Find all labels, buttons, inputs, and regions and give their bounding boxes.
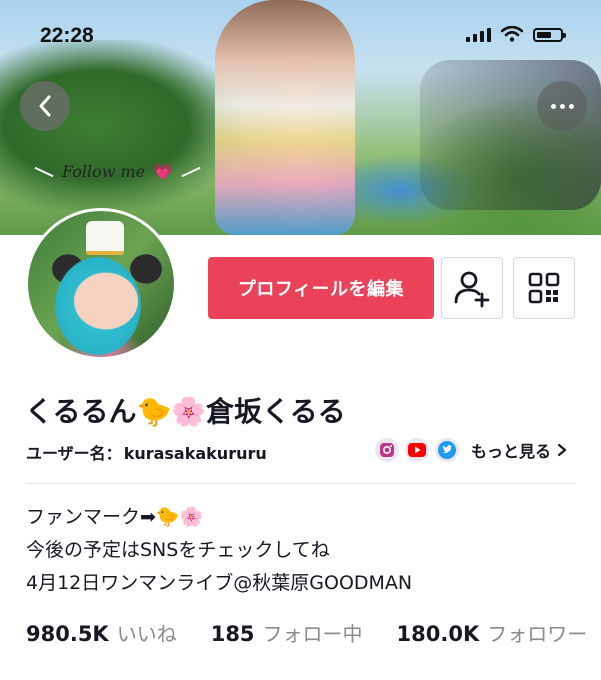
likes-label: いいね bbox=[116, 622, 177, 646]
back-button[interactable] bbox=[20, 81, 70, 131]
qr-code-icon bbox=[528, 272, 560, 304]
signal-icon bbox=[466, 26, 491, 42]
instagram-icon bbox=[380, 443, 394, 457]
bio-line: 今後の予定はSNSをチェックしてね bbox=[26, 539, 330, 561]
qr-code-button[interactable] bbox=[513, 257, 575, 319]
person-plus-icon bbox=[454, 271, 490, 308]
add-friend-button[interactable] bbox=[441, 257, 503, 319]
bio: ファンマーク➡🐤🌸 今後の予定はSNSをチェックしてね 4月12日ワンマンライブ… bbox=[26, 501, 412, 600]
username: kurasakakururu bbox=[123, 444, 267, 463]
status-time: 22:28 bbox=[40, 24, 94, 47]
youtube-link[interactable] bbox=[405, 438, 429, 462]
follow-me-text: Follow me bbox=[62, 162, 146, 181]
followers-label[interactable]: フォロワー bbox=[487, 618, 587, 647]
username-label: ユーザー名： bbox=[26, 444, 122, 463]
wifi-icon bbox=[501, 26, 523, 42]
bio-line: ファンマーク➡🐤🌸 bbox=[26, 506, 204, 528]
following-count[interactable]: 185 bbox=[211, 622, 255, 646]
likes-count: 980.5K bbox=[26, 622, 109, 646]
chevron-left-icon bbox=[39, 95, 51, 117]
stats-row: 980.5K いいね 185 フォロー中 180.0K フォロワー bbox=[26, 618, 601, 647]
chevron-right-icon bbox=[557, 443, 567, 457]
more-options-button[interactable] bbox=[537, 81, 587, 131]
cover-overlay-text: Follow me 💗 bbox=[34, 162, 201, 181]
more-dots-icon bbox=[550, 103, 574, 109]
decor-slash bbox=[34, 166, 54, 177]
bio-line: 4月12日ワンマンライブ@秋葉原GOODMAN bbox=[26, 572, 413, 594]
divider bbox=[26, 483, 576, 484]
decor-slash bbox=[181, 166, 201, 177]
avatar-hat bbox=[86, 221, 124, 255]
following-label[interactable]: フォロー中 bbox=[263, 618, 363, 647]
twitter-link[interactable] bbox=[435, 438, 459, 462]
username-row: ユーザー名： kurasakakururu bbox=[26, 440, 267, 464]
see-more-label: もっと見る bbox=[471, 442, 552, 461]
avatar[interactable] bbox=[25, 208, 177, 360]
heart-emoji: 💗 bbox=[153, 162, 174, 181]
display-name: くるるん🐤🌸倉坂くるる bbox=[25, 395, 346, 428]
instagram-link[interactable] bbox=[375, 438, 399, 462]
edit-profile-button[interactable]: プロフィールを編集 bbox=[208, 257, 434, 319]
followers-count[interactable]: 180.0K bbox=[397, 622, 480, 646]
youtube-icon bbox=[408, 443, 426, 457]
battery-icon bbox=[533, 28, 566, 42]
twitter-bird-icon bbox=[438, 441, 456, 459]
cover-crowd bbox=[420, 60, 601, 210]
see-more-link[interactable]: もっと見る bbox=[471, 438, 567, 462]
cover-cosplayer bbox=[215, 0, 355, 235]
social-links: もっと見る bbox=[375, 438, 567, 462]
status-icons bbox=[466, 26, 566, 42]
